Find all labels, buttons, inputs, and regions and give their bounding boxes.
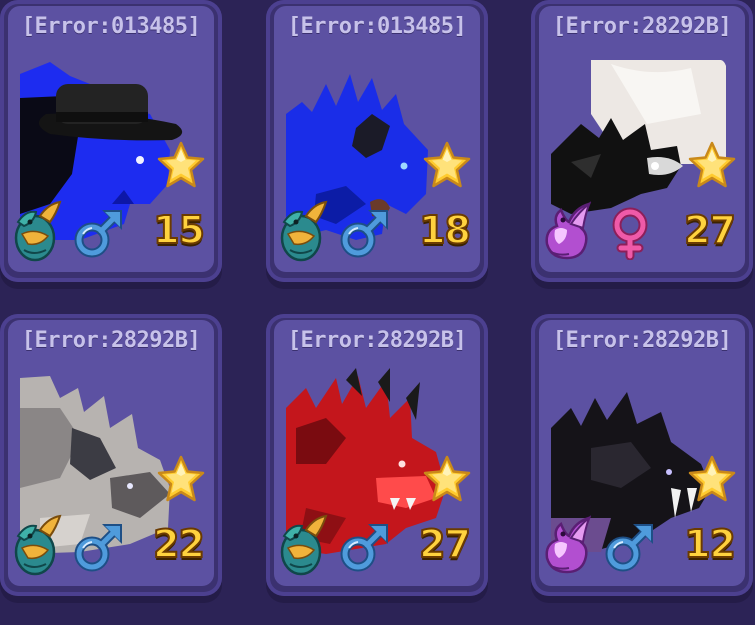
pet-card[interactable]: [Error:013485] 18 <box>266 0 488 282</box>
egg-type-icon <box>10 514 64 576</box>
pet-grid: [Error:013485] 15 [Error:013485] 18 [Err… <box>0 0 755 625</box>
egg-type-icon <box>541 200 595 262</box>
egg-type-icon <box>276 200 330 262</box>
pet-name-label: [Error:28292B] <box>21 328 201 353</box>
egg-type-icon <box>276 514 330 576</box>
pet-name-label: [Error:28292B] <box>552 328 732 353</box>
pet-age-number: 27 <box>683 207 737 253</box>
pet-card[interactable]: [Error:28292B] 27 <box>266 314 488 596</box>
pet-name-label: [Error:28292B] <box>287 328 467 353</box>
male-gender-icon <box>338 206 392 260</box>
star-icon <box>422 454 472 504</box>
pet-card[interactable]: [Error:28292B] 22 <box>0 314 222 596</box>
male-gender-icon <box>338 520 392 574</box>
egg-type-icon <box>10 200 64 262</box>
egg-type-icon <box>541 514 595 576</box>
pet-name-label: [Error:013485] <box>287 14 467 39</box>
star-icon <box>156 140 206 190</box>
pet-age-number: 22 <box>152 521 206 567</box>
pet-card[interactable]: [Error:28292B] 12 <box>531 314 753 596</box>
pet-name-label: [Error:013485] <box>21 14 201 39</box>
pet-age-number: 12 <box>683 521 737 567</box>
male-gender-icon <box>603 520 657 574</box>
pet-card[interactable]: [Error:28292B] 27 <box>531 0 753 282</box>
star-icon <box>156 454 206 504</box>
star-icon <box>422 140 472 190</box>
male-gender-icon <box>72 520 126 574</box>
pet-age-number: 15 <box>152 207 206 253</box>
pet-age-number: 18 <box>418 207 472 253</box>
pet-card[interactable]: [Error:013485] 15 <box>0 0 222 282</box>
star-icon <box>687 140 737 190</box>
female-gender-icon <box>603 206 657 261</box>
pet-name-label: [Error:28292B] <box>552 14 732 39</box>
pet-age-number: 27 <box>418 521 472 567</box>
male-gender-icon <box>72 206 126 260</box>
star-icon <box>687 454 737 504</box>
